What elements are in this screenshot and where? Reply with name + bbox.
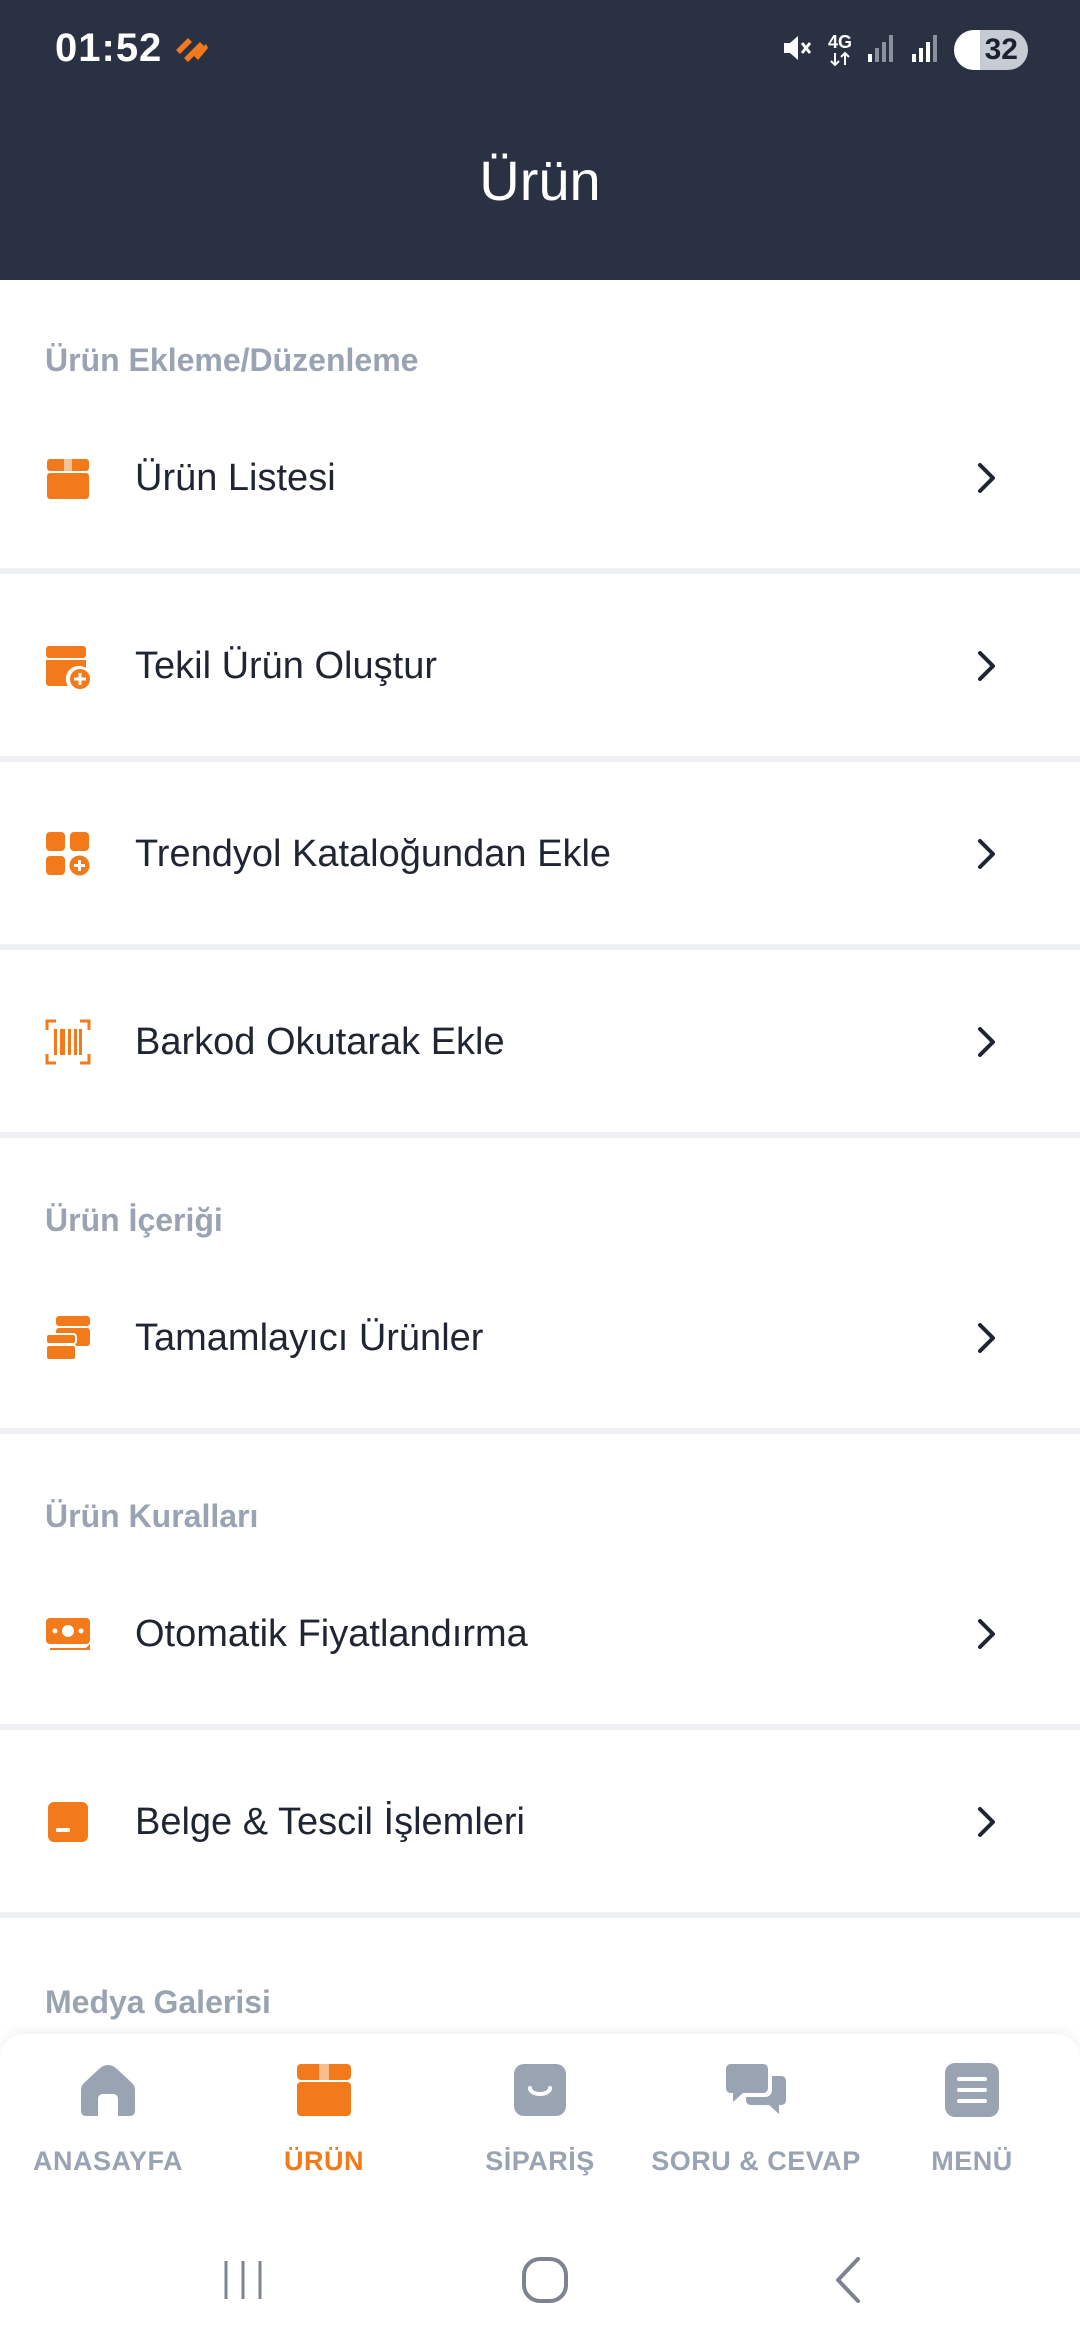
recent-apps-icon bbox=[224, 2261, 262, 2299]
network-type: 4G bbox=[827, 32, 852, 52]
divider bbox=[0, 1132, 1080, 1138]
box-icon bbox=[44, 454, 92, 502]
nav-label: ANASAYFA bbox=[32, 2146, 184, 2176]
battery-level: 32 bbox=[984, 33, 1018, 66]
nav-questions-answers[interactable]: SORU & CEVAP bbox=[648, 2034, 864, 2220]
grid-plus-icon bbox=[44, 830, 92, 878]
section-title-media-gallery: Medya Galerisi bbox=[45, 1984, 271, 2020]
chevron-right-icon bbox=[972, 1802, 1002, 1842]
chevron-right-icon bbox=[972, 646, 1002, 686]
nav-menu[interactable]: MENÜ bbox=[864, 2034, 1080, 2220]
status-time: 01:52 bbox=[55, 26, 163, 70]
bottom-navigation: ANASAYFA ÜRÜN SİPARİŞ SORU & CEVAP MENÜ bbox=[0, 2034, 1080, 2220]
menu-item-label: Otomatik Fiyatlandırma bbox=[135, 1612, 528, 1655]
box-icon bbox=[216, 2058, 432, 2122]
mute-icon bbox=[780, 31, 814, 70]
nav-label: SORU & CEVAP bbox=[651, 2146, 861, 2176]
network-icon: 4G bbox=[828, 33, 852, 67]
status-icons: 4G 32 bbox=[780, 26, 1028, 74]
recent-apps-button[interactable] bbox=[203, 2248, 283, 2312]
nav-label: SİPARİŞ bbox=[485, 2146, 595, 2176]
chevron-right-icon bbox=[972, 1614, 1002, 1654]
chat-icon bbox=[648, 2058, 864, 2122]
divider bbox=[0, 944, 1080, 950]
menu-item-label: Trendyol Kataloğundan Ekle bbox=[135, 832, 612, 875]
menu-item-add-from-catalog[interactable]: Trendyol Kataloğundan Ekle bbox=[0, 808, 1080, 900]
menu-item-label: Tekil Ürün Oluştur bbox=[135, 644, 437, 687]
menu-item-auto-pricing[interactable]: Otomatik Fiyatlandırma bbox=[0, 1588, 1080, 1680]
box-plus-icon bbox=[44, 642, 92, 690]
nav-label: ÜRÜN bbox=[284, 2146, 364, 2176]
divider bbox=[0, 1912, 1080, 1918]
back-button[interactable] bbox=[808, 2248, 888, 2312]
boxes-icon bbox=[44, 1314, 92, 1362]
chevron-right-icon bbox=[972, 1318, 1002, 1358]
home-button[interactable] bbox=[505, 2248, 585, 2312]
signal-icon-1 bbox=[866, 32, 896, 69]
menu-item-create-single-product[interactable]: Tekil Ürün Oluştur bbox=[0, 620, 1080, 712]
menu-item-label: Tamamlayıcı Ürünler bbox=[135, 1316, 484, 1359]
chevron-right-icon bbox=[972, 834, 1002, 874]
product-menu-list[interactable]: Ürün Ekleme/Düzenleme Ürün Listesi Tekil… bbox=[0, 280, 1080, 2036]
back-icon bbox=[836, 2257, 860, 2303]
menu-item-documents-registration[interactable]: Belge & Tescil İşlemleri bbox=[0, 1776, 1080, 1868]
battery-indicator: 32 bbox=[954, 30, 1028, 70]
home-circle-icon bbox=[522, 2257, 568, 2303]
divider bbox=[0, 756, 1080, 762]
signal-icon-2 bbox=[910, 32, 940, 69]
nav-home[interactable]: ANASAYFA bbox=[0, 2034, 216, 2220]
nav-product[interactable]: ÜRÜN bbox=[216, 2034, 432, 2220]
menu-item-label: Belge & Tescil İşlemleri bbox=[135, 1800, 526, 1843]
chevron-right-icon bbox=[972, 1022, 1002, 1062]
menu-item-label: Ürün Listesi bbox=[135, 456, 336, 499]
section-title-product-rules: Ürün Kuralları bbox=[45, 1498, 259, 1534]
divider bbox=[0, 1428, 1080, 1434]
barcode-icon bbox=[44, 1018, 92, 1066]
home-icon bbox=[0, 2058, 216, 2122]
section-title-product-content: Ürün İçeriği bbox=[45, 1202, 223, 1238]
page-title: Ürün bbox=[479, 149, 601, 212]
document-icon bbox=[44, 1798, 92, 1846]
money-icon bbox=[44, 1610, 92, 1658]
section-title-product-add-edit: Ürün Ekleme/Düzenleme bbox=[45, 342, 419, 378]
trendyol-status-icon bbox=[172, 32, 212, 73]
divider bbox=[0, 568, 1080, 574]
menu-item-label: Barkod Okutarak Ekle bbox=[135, 1020, 505, 1063]
menu-item-add-by-barcode[interactable]: Barkod Okutarak Ekle bbox=[0, 996, 1080, 1088]
menu-item-product-list[interactable]: Ürün Listesi bbox=[0, 432, 1080, 524]
menu-icon bbox=[864, 2058, 1080, 2122]
nav-orders[interactable]: SİPARİŞ bbox=[432, 2034, 648, 2220]
chevron-right-icon bbox=[972, 458, 1002, 498]
system-navigation-bar bbox=[0, 2220, 1080, 2340]
nav-label: MENÜ bbox=[931, 2146, 1013, 2176]
menu-item-complementary-products[interactable]: Tamamlayıcı Ürünler bbox=[0, 1292, 1080, 1384]
divider bbox=[0, 1724, 1080, 1730]
app-header: 01:52 4G 32 Ürün bbox=[0, 0, 1080, 280]
shopping-bag-icon bbox=[432, 2058, 648, 2122]
